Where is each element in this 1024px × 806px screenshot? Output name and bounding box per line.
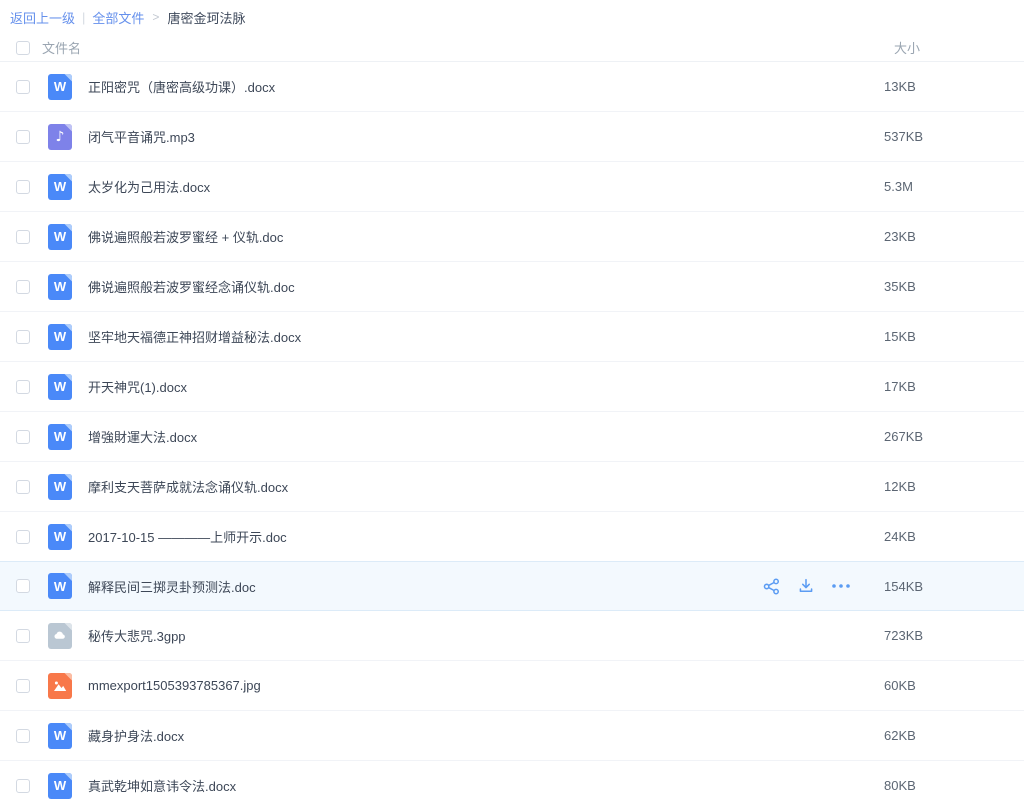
row-checkbox[interactable] [16, 330, 30, 344]
file-size: 723KB [884, 628, 923, 643]
file-row[interactable]: W 坚牢地天福德正神招财增益秘法.docx 15KB [0, 312, 1024, 362]
file-size: 62KB [884, 728, 916, 743]
row-checkbox[interactable] [16, 280, 30, 294]
row-checkbox[interactable] [16, 480, 30, 494]
word-document-icon: W [48, 723, 72, 749]
breadcrumb-arrow: > [152, 10, 159, 24]
file-list-viewport: W 正阳密咒（唐密高级功课）.docx 13KB ♪ 闭气平音诵咒.mp3 53… [0, 62, 1024, 806]
word-document-icon: W [48, 773, 72, 799]
file-size: 13KB [884, 79, 916, 94]
row-checkbox[interactable] [16, 180, 30, 194]
word-document-icon: W [48, 274, 72, 300]
file-name-link[interactable]: 坚牢地天福德正神招财增益秘法.docx [88, 327, 301, 346]
file-name-link[interactable]: 佛说遍照般若波罗蜜经念诵仪轨.doc [88, 277, 295, 296]
file-name-link[interactable]: 藏身护身法.docx [88, 726, 184, 745]
more-button[interactable] [831, 583, 851, 589]
row-checkbox[interactable] [16, 80, 30, 94]
file-row[interactable]: W 真武乾坤如意讳令法.docx 80KB [0, 761, 1024, 806]
file-size: 17KB [884, 379, 916, 394]
file-size: 267KB [884, 429, 923, 444]
row-checkbox[interactable] [16, 380, 30, 394]
file-size: 60KB [884, 678, 916, 693]
file-size: 5.3M [884, 179, 913, 194]
file-row[interactable]: W 增強財運大法.docx 267KB [0, 412, 1024, 462]
size-column-header: 大小 [894, 38, 920, 57]
file-row[interactable]: W 正阳密咒（唐密高级功课）.docx 13KB [0, 62, 1024, 112]
row-checkbox[interactable] [16, 530, 30, 544]
file-row[interactable]: mmexport1505393785367.jpg 60KB [0, 661, 1024, 711]
file-size: 15KB [884, 329, 916, 344]
file-name-link[interactable]: 秘传大悲咒.3gpp [88, 626, 186, 645]
file-size: 24KB [884, 529, 916, 544]
file-row[interactable]: W 藏身护身法.docx 62KB [0, 711, 1024, 761]
row-checkbox[interactable] [16, 729, 30, 743]
file-row[interactable]: 秘传大悲咒.3gpp 723KB [0, 611, 1024, 661]
file-list: W 正阳密咒（唐密高级功课）.docx 13KB ♪ 闭气平音诵咒.mp3 53… [0, 62, 1024, 806]
row-checkbox[interactable] [16, 679, 30, 693]
file-name-link[interactable]: 增強財運大法.docx [88, 427, 197, 446]
folded-corner [64, 124, 72, 132]
row-checkbox[interactable] [16, 629, 30, 643]
file-row[interactable]: ♪ 闭气平音诵咒.mp3 537KB [0, 112, 1024, 162]
row-checkbox[interactable] [16, 779, 30, 793]
more-options-icon [831, 583, 851, 589]
file-size: 80KB [884, 778, 916, 793]
file-name-link[interactable]: 真武乾坤如意讳令法.docx [88, 776, 236, 795]
cloud-media-icon [48, 623, 72, 649]
breadcrumb-separator: | [82, 10, 85, 25]
file-name-link[interactable]: 闭气平音诵咒.mp3 [88, 127, 195, 146]
music-note-icon: ♪ [48, 124, 72, 150]
share-button[interactable] [762, 577, 781, 596]
file-row[interactable]: W 摩利支天菩萨成就法念诵仪轨.docx 12KB [0, 462, 1024, 512]
file-name-link[interactable]: 太岁化为己用法.docx [88, 177, 210, 196]
word-document-icon: W [48, 174, 72, 200]
file-row[interactable]: W 太岁化为己用法.docx 5.3M [0, 162, 1024, 212]
download-icon [797, 577, 815, 595]
breadcrumb: 返回上一级 | 全部文件 > 唐密金珂法脉 [0, 0, 1024, 34]
breadcrumb-back-link[interactable]: 返回上一级 [10, 8, 75, 27]
file-size: 154KB [884, 579, 923, 594]
word-document-icon: W [48, 74, 72, 100]
row-checkbox[interactable] [16, 430, 30, 444]
row-checkbox[interactable] [16, 130, 30, 144]
file-size: 12KB [884, 479, 916, 494]
file-name-link[interactable]: 摩利支天菩萨成就法念诵仪轨.docx [88, 477, 288, 496]
file-name-link[interactable]: 佛说遍照般若波罗蜜经 + 仪轨.doc [88, 227, 283, 246]
file-size: 35KB [884, 279, 916, 294]
file-row[interactable]: W 2017-10-15 ————上师开示.doc 24KB [0, 512, 1024, 562]
word-document-icon: W [48, 424, 72, 450]
breadcrumb-root-link[interactable]: 全部文件 [92, 8, 144, 27]
download-button[interactable] [797, 577, 815, 595]
filename-column-header: 文件名 [42, 38, 81, 57]
word-document-icon: W [48, 474, 72, 500]
file-name-link[interactable]: mmexport1505393785367.jpg [88, 678, 261, 693]
word-document-icon: W [48, 573, 72, 599]
file-row[interactable]: W 佛说遍照般若波罗蜜经 + 仪轨.doc 23KB [0, 212, 1024, 262]
word-document-icon: W [48, 324, 72, 350]
word-document-icon: W [48, 224, 72, 250]
share-icon [762, 577, 781, 596]
list-header: 文件名 大小 [0, 34, 1024, 62]
file-name-link[interactable]: 开天神咒(1).docx [88, 377, 187, 396]
file-row[interactable]: W 开天神咒(1).docx 17KB [0, 362, 1024, 412]
file-name-link[interactable]: 解释民间三掷灵卦预测法.doc [88, 577, 256, 596]
file-size: 23KB [884, 229, 916, 244]
select-all-checkbox[interactable] [16, 41, 30, 55]
word-document-icon: W [48, 374, 72, 400]
file-size: 537KB [884, 129, 923, 144]
picture-icon [48, 673, 72, 699]
row-checkbox[interactable] [16, 579, 30, 593]
file-row[interactable]: W 佛说遍照般若波罗蜜经念诵仪轨.doc 35KB [0, 262, 1024, 312]
file-name-link[interactable]: 2017-10-15 ————上师开示.doc [88, 527, 287, 546]
word-document-icon: W [48, 524, 72, 550]
file-name-link[interactable]: 正阳密咒（唐密高级功课）.docx [88, 77, 275, 96]
row-actions [762, 577, 851, 596]
breadcrumb-current-folder: 唐密金珂法脉 [167, 8, 245, 27]
file-row[interactable]: W 解释民间三掷灵卦预测法.doc 154KB [0, 561, 1024, 611]
row-checkbox[interactable] [16, 230, 30, 244]
